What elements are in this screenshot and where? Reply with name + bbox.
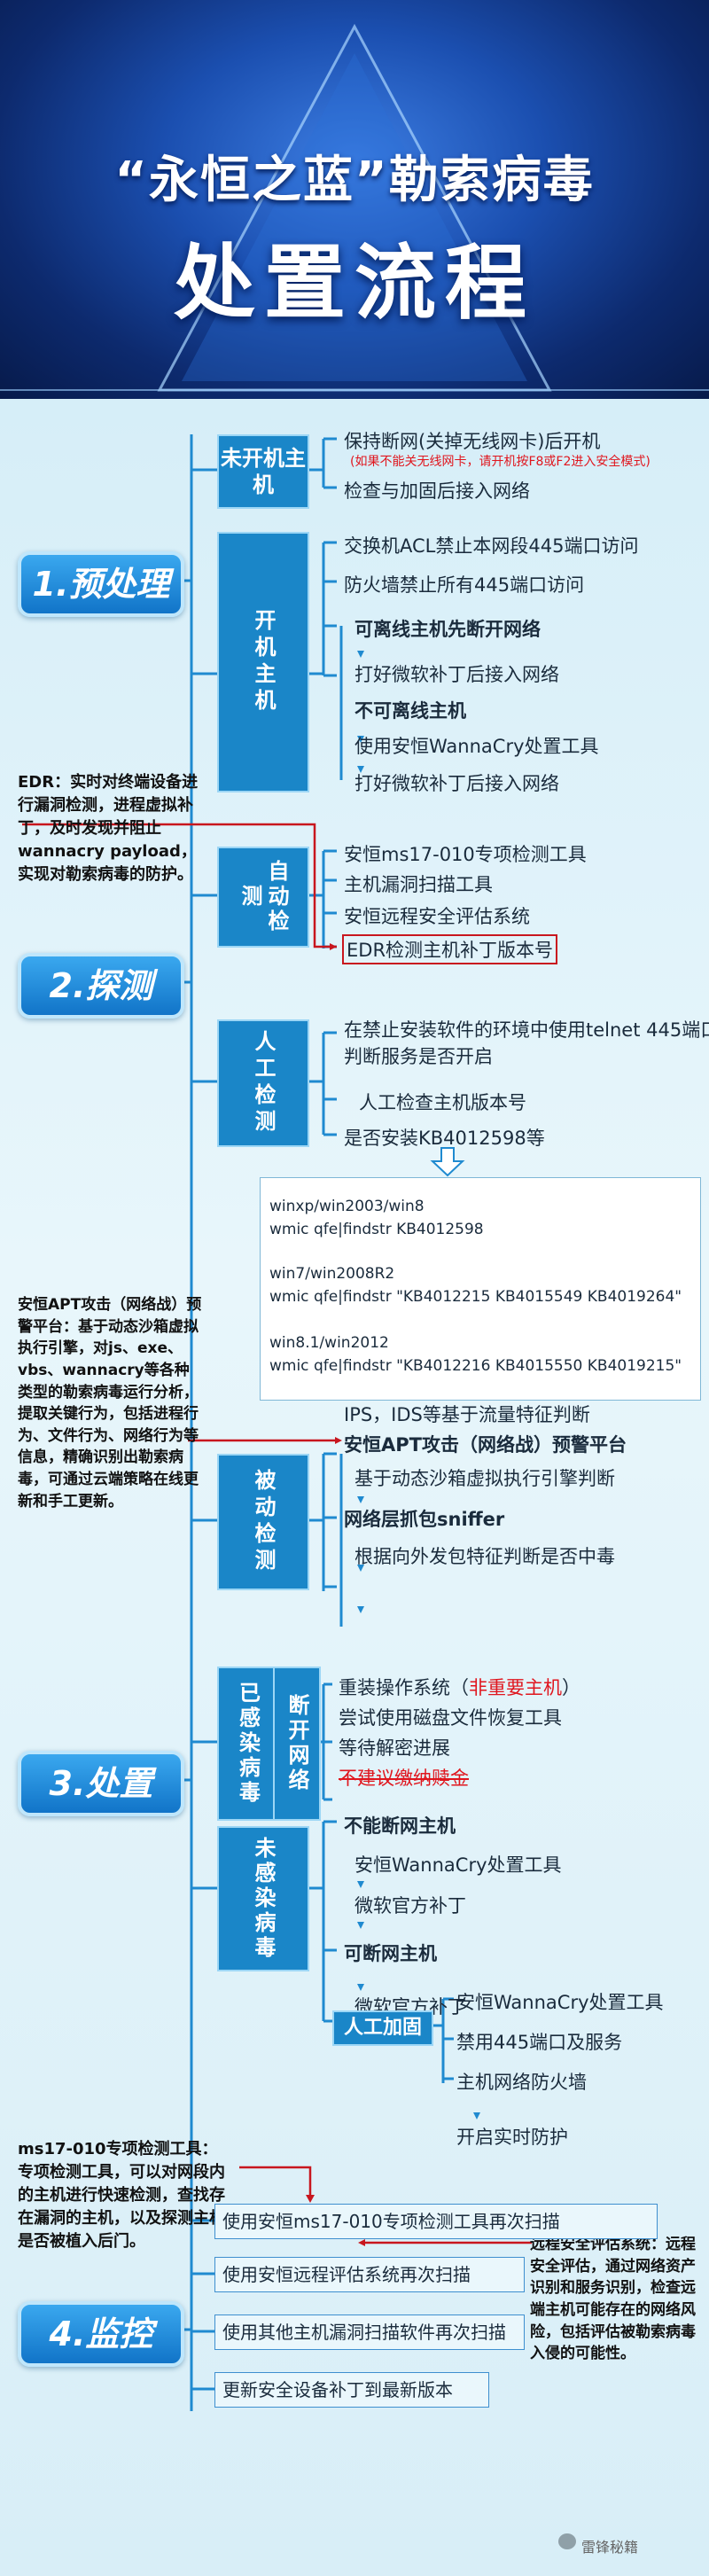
category-powered-on-hosts: 开机主机 (217, 532, 309, 792)
item-no-ransom: 不建议缴纳赎金 (339, 1768, 469, 1789)
item-sandbox: 基于动态沙箱虚拟执行引擎判断 (354, 1468, 615, 1489)
stage-dispose: 3.处置 (18, 1751, 184, 1816)
item-wannacry-tool-3: 安恒WannaCry处置工具 (456, 1992, 664, 2013)
stage-monitor: 4.监控 (18, 2301, 184, 2367)
item-host-firewall: 主机网络防火墙 (456, 2072, 587, 2093)
item-ms17010-tool: 安恒ms17-010专项检测工具 (344, 844, 587, 865)
item-cannot-disconnect: 不能断网主机 (344, 1815, 456, 1837)
item-disk-recovery: 尝试使用磁盘文件恢复工具 (339, 1707, 562, 1729)
subcategory-disconnect: 断开网络 (273, 1667, 321, 1821)
item-offline-host: 可离线主机先断开网络 (354, 619, 541, 640)
item-patch-then-connect-2: 打好微软补丁后接入网络 (354, 773, 559, 794)
item-realtime-protect: 开启实时防护 (456, 2127, 568, 2148)
command-box: winxp/win2003/win8 wmic qfe|findstr KB40… (260, 1177, 701, 1401)
monitor-item-remote-assess: 使用安恒远程评估系统再次扫描 (214, 2257, 525, 2292)
item-kb-check: 是否安装KB4012598等 (344, 1128, 545, 1149)
item-reinstall-os-close: ） (562, 1677, 580, 1698)
code-line-2: wmic qfe|findstr KB4012598 (269, 1221, 484, 1238)
item-reinstall-os: 重装操作系统（非重要主机） (339, 1674, 580, 1700)
item-host-version: 人工检查主机版本号 (359, 1092, 526, 1113)
item-disable-445: 禁用445端口及服务 (456, 2032, 623, 2053)
code-line-5: win8.1/win2012 (269, 1334, 389, 1352)
code-line-3: win7/win2008R2 (269, 1265, 395, 1283)
item-outbound-check: 根据向外发包特征判断是否中毒 (354, 1546, 615, 1567)
item-non-critical-host: 非重要主机 (469, 1677, 562, 1698)
category-manual-hardening: 人工加固 (332, 2010, 433, 2046)
category-powered-off-hosts: 未开机主机 (217, 434, 309, 509)
item-apt-platform: 安恒APT攻击（网络战）预警平台 (344, 1434, 627, 1456)
ms17010-note: ms17-010专项检测工具：专项检测工具，可以对网段内的主机进行快速检测，查找… (18, 2140, 225, 2252)
category-infected: 已感染病毒 (217, 1667, 278, 1821)
edr-note: EDR：实时对终端设备进行漏洞检测，进程虚拟补丁，及时发现并阻止wannacry… (18, 773, 199, 885)
item-wannacry-tool: 使用安恒WannaCry处置工具 (354, 736, 599, 757)
monitor-item-update-patches: 更新安全设备补丁到最新版本 (214, 2372, 489, 2408)
item-sniffer: 网络层抓包sniffer (344, 1509, 505, 1530)
item-safe-mode-note: (如果不能关无线网卡，请开机按F8或F2进入安全模式) (350, 455, 651, 469)
item-wannacry-tool-2: 安恒WannaCry处置工具 (354, 1854, 562, 1876)
item-keep-offline: 保持断网(关掉无线网卡)后开机 (344, 431, 601, 452)
wechat-icon (558, 2533, 576, 2549)
category-manual-detect: 人工检测 (217, 1019, 309, 1147)
item-ms-patch: 微软官方补丁 (354, 1895, 466, 1916)
remote-assess-note: 远程安全评估系统：远程安全评估，通过网络资产识别和服务识别，检查远端主机可能存在… (530, 2236, 696, 2363)
item-edr-patch-check: EDR检测主机补丁版本号 (342, 934, 558, 964)
category-passive-detect: 被动检测 (217, 1454, 309, 1590)
category-not-infected: 未感染病毒 (217, 1826, 309, 1971)
code-line-4: wmic qfe|findstr "KB4012215 KB4015549 KB… (269, 1288, 682, 1306)
stage-detect: 2.探测 (18, 953, 184, 1019)
watermark: 雷锋秘籍 (581, 2539, 639, 2556)
monitor-item-ms17010: 使用安恒ms17-010专项检测工具再次扫描 (214, 2204, 658, 2239)
stage-preprocess: 1.预处理 (18, 551, 184, 617)
item-reinstall-os-label: 重装操作系统（ (339, 1677, 469, 1698)
monitor-item-other-scanner: 使用其他主机漏洞扫描软件再次扫描 (214, 2314, 525, 2350)
code-line-6: wmic qfe|findstr "KB4012216 KB4015550 KB… (269, 1357, 682, 1375)
item-vuln-scanner: 主机漏洞扫描工具 (344, 874, 493, 895)
item-firewall-block: 防火墙禁止所有445端口访问 (344, 574, 585, 596)
item-cannot-offline: 不可离线主机 (354, 700, 466, 722)
item-telnet: 在禁止安装软件的环境中使用telnet 445端口 (344, 1019, 709, 1041)
item-can-disconnect: 可断网主机 (344, 1943, 437, 1964)
code-line-1: winxp/win2003/win8 (269, 1198, 425, 1215)
item-acl-block: 交换机ACL禁止本网段445端口访问 (344, 535, 639, 557)
item-ips-ids: IPS，IDS等基于流量特征判断 (344, 1404, 590, 1425)
item-remote-assess: 安恒远程安全评估系统 (344, 906, 530, 927)
category-auto-detect: 自动检测 (217, 847, 309, 948)
item-check-then-connect: 检查与加固后接入网络 (344, 480, 530, 502)
item-await-decrypt: 等待解密进展 (339, 1737, 450, 1759)
item-service-check: 判断服务是否开启 (344, 1046, 493, 1067)
item-patch-then-connect: 打好微软补丁后接入网络 (354, 664, 559, 685)
apt-note: 安恒APT攻击（网络战）预警平台：基于动态沙箱虚拟执行引擎，对js、exe、vb… (18, 1296, 202, 1510)
